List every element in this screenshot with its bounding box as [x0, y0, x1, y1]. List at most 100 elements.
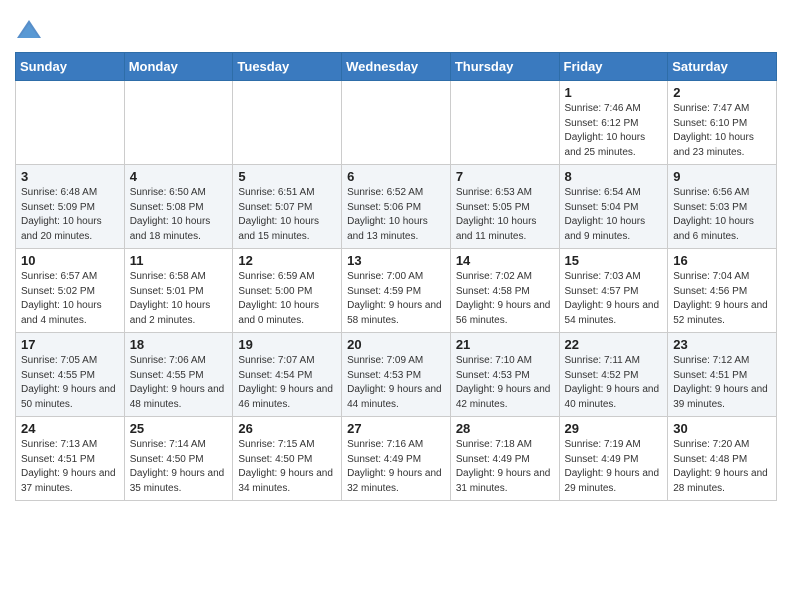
- day-cell: 17 Sunrise: 7:05 AM Sunset: 4:55 PM Dayli…: [16, 333, 125, 417]
- day-cell: 9Sunrise: 6:56 AM Sunset: 5:03 PM Daylig…: [668, 165, 777, 249]
- day-cell: 26 Sunrise: 7:15 AM Sunset: 4:50 PM Dayli…: [233, 417, 342, 501]
- day-cell: [233, 81, 342, 165]
- day-cell: 27 Sunrise: 7:16 AM Sunset: 4:49 PM Dayli…: [342, 417, 451, 501]
- weekday-sunday: Sunday: [16, 53, 125, 81]
- day-number: 25: [130, 421, 228, 436]
- day-number: 22: [565, 337, 663, 352]
- weekday-header-row: SundayMondayTuesdayWednesdayThursdayFrid…: [16, 53, 777, 81]
- day-info: Sunrise: 7:20 AM Sunset: 4:48 PM Dayligh…: [673, 438, 771, 496]
- day-cell: 18 Sunrise: 7:06 AM Sunset: 4:55 PM Dayli…: [124, 333, 233, 417]
- day-number: 13: [347, 253, 445, 268]
- day-cell: 24 Sunrise: 7:13 AM Sunset: 4:51 PM Dayli…: [16, 417, 125, 501]
- day-cell: 10Sunrise: 6:57 AM Sunset: 5:02 PM Dayli…: [16, 249, 125, 333]
- day-info: Sunrise: 7:46 AM Sunset: 6:12 PM Dayligh…: [565, 102, 663, 160]
- week-row-4: 17 Sunrise: 7:05 AM Sunset: 4:55 PM Dayli…: [16, 333, 777, 417]
- day-number: 20: [347, 337, 445, 352]
- day-cell: 1 Sunrise: 7:46 AM Sunset: 6:12 PM Daylig…: [559, 81, 668, 165]
- day-number: 27: [347, 421, 445, 436]
- day-info: Sunrise: 7:10 AM Sunset: 4:53 PM Dayligh…: [456, 354, 554, 412]
- day-cell: 19Sunrise: 7:07 AM Sunset: 4:54 PM Dayli…: [233, 333, 342, 417]
- day-cell: 23 Sunrise: 7:12 AM Sunset: 4:51 PM Dayli…: [668, 333, 777, 417]
- weekday-friday: Friday: [559, 53, 668, 81]
- day-info: Sunrise: 7:14 AM Sunset: 4:50 PM Dayligh…: [130, 438, 228, 496]
- day-cell: [124, 81, 233, 165]
- day-info: Sunrise: 7:04 AM Sunset: 4:56 PM Dayligh…: [673, 270, 771, 328]
- day-info: Sunrise: 6:59 AM Sunset: 5:00 PM Dayligh…: [238, 270, 336, 328]
- day-cell: 6 Sunrise: 6:52 AM Sunset: 5:06 PM Daylig…: [342, 165, 451, 249]
- day-info: Sunrise: 7:12 AM Sunset: 4:51 PM Dayligh…: [673, 354, 771, 412]
- day-info: Sunrise: 6:58 AM Sunset: 5:01 PM Dayligh…: [130, 270, 228, 328]
- day-info: Sunrise: 7:05 AM Sunset: 4:55 PM Dayligh…: [21, 354, 119, 412]
- day-cell: 3 Sunrise: 6:48 AM Sunset: 5:09 PM Daylig…: [16, 165, 125, 249]
- day-cell: 12 Sunrise: 6:59 AM Sunset: 5:00 PM Dayli…: [233, 249, 342, 333]
- day-info: Sunrise: 7:47 AM Sunset: 6:10 PM Dayligh…: [673, 102, 771, 160]
- day-number: 2: [673, 85, 771, 100]
- day-cell: [450, 81, 559, 165]
- day-info: Sunrise: 6:53 AM Sunset: 5:05 PM Dayligh…: [456, 186, 554, 244]
- day-number: 7: [456, 169, 554, 184]
- weekday-thursday: Thursday: [450, 53, 559, 81]
- day-number: 23: [673, 337, 771, 352]
- day-cell: 13Sunrise: 7:00 AM Sunset: 4:59 PM Dayli…: [342, 249, 451, 333]
- day-info: Sunrise: 6:57 AM Sunset: 5:02 PM Dayligh…: [21, 270, 119, 328]
- day-info: Sunrise: 7:09 AM Sunset: 4:53 PM Dayligh…: [347, 354, 445, 412]
- day-cell: [16, 81, 125, 165]
- logo: [15, 16, 47, 44]
- day-number: 15: [565, 253, 663, 268]
- weekday-monday: Monday: [124, 53, 233, 81]
- day-info: Sunrise: 6:50 AM Sunset: 5:08 PM Dayligh…: [130, 186, 228, 244]
- day-number: 19: [238, 337, 336, 352]
- day-number: 18: [130, 337, 228, 352]
- day-info: Sunrise: 6:48 AM Sunset: 5:09 PM Dayligh…: [21, 186, 119, 244]
- day-cell: 28Sunrise: 7:18 AM Sunset: 4:49 PM Dayli…: [450, 417, 559, 501]
- day-number: 17: [21, 337, 119, 352]
- day-number: 9: [673, 169, 771, 184]
- weekday-wednesday: Wednesday: [342, 53, 451, 81]
- day-cell: [342, 81, 451, 165]
- day-cell: 25 Sunrise: 7:14 AM Sunset: 4:50 PM Dayli…: [124, 417, 233, 501]
- day-cell: 15 Sunrise: 7:03 AM Sunset: 4:57 PM Dayli…: [559, 249, 668, 333]
- day-number: 3: [21, 169, 119, 184]
- day-cell: 30 Sunrise: 7:20 AM Sunset: 4:48 PM Dayli…: [668, 417, 777, 501]
- day-cell: 2 Sunrise: 7:47 AM Sunset: 6:10 PM Daylig…: [668, 81, 777, 165]
- day-cell: 20 Sunrise: 7:09 AM Sunset: 4:53 PM Dayli…: [342, 333, 451, 417]
- day-number: 21: [456, 337, 554, 352]
- day-info: Sunrise: 7:15 AM Sunset: 4:50 PM Dayligh…: [238, 438, 336, 496]
- day-info: Sunrise: 6:51 AM Sunset: 5:07 PM Dayligh…: [238, 186, 336, 244]
- day-info: Sunrise: 7:11 AM Sunset: 4:52 PM Dayligh…: [565, 354, 663, 412]
- week-row-1: 1 Sunrise: 7:46 AM Sunset: 6:12 PM Daylig…: [16, 81, 777, 165]
- day-info: Sunrise: 7:06 AM Sunset: 4:55 PM Dayligh…: [130, 354, 228, 412]
- day-cell: 8Sunrise: 6:54 AM Sunset: 5:04 PM Daylig…: [559, 165, 668, 249]
- weekday-saturday: Saturday: [668, 53, 777, 81]
- day-number: 30: [673, 421, 771, 436]
- day-number: 11: [130, 253, 228, 268]
- day-cell: 7 Sunrise: 6:53 AM Sunset: 5:05 PM Daylig…: [450, 165, 559, 249]
- week-row-2: 3 Sunrise: 6:48 AM Sunset: 5:09 PM Daylig…: [16, 165, 777, 249]
- day-cell: 4Sunrise: 6:50 AM Sunset: 5:08 PM Daylig…: [124, 165, 233, 249]
- day-info: Sunrise: 7:03 AM Sunset: 4:57 PM Dayligh…: [565, 270, 663, 328]
- day-number: 1: [565, 85, 663, 100]
- day-info: Sunrise: 6:54 AM Sunset: 5:04 PM Dayligh…: [565, 186, 663, 244]
- day-info: Sunrise: 7:16 AM Sunset: 4:49 PM Dayligh…: [347, 438, 445, 496]
- day-info: Sunrise: 7:02 AM Sunset: 4:58 PM Dayligh…: [456, 270, 554, 328]
- day-number: 29: [565, 421, 663, 436]
- weekday-tuesday: Tuesday: [233, 53, 342, 81]
- day-info: Sunrise: 6:52 AM Sunset: 5:06 PM Dayligh…: [347, 186, 445, 244]
- day-cell: 14Sunrise: 7:02 AM Sunset: 4:58 PM Dayli…: [450, 249, 559, 333]
- day-cell: 22 Sunrise: 7:11 AM Sunset: 4:52 PM Dayli…: [559, 333, 668, 417]
- week-row-5: 24 Sunrise: 7:13 AM Sunset: 4:51 PM Dayli…: [16, 417, 777, 501]
- day-cell: 16 Sunrise: 7:04 AM Sunset: 4:56 PM Dayli…: [668, 249, 777, 333]
- page: SundayMondayTuesdayWednesdayThursdayFrid…: [0, 0, 792, 516]
- logo-icon: [15, 16, 43, 44]
- day-number: 5: [238, 169, 336, 184]
- header: [15, 10, 777, 44]
- day-number: 24: [21, 421, 119, 436]
- day-number: 16: [673, 253, 771, 268]
- day-info: Sunrise: 7:13 AM Sunset: 4:51 PM Dayligh…: [21, 438, 119, 496]
- calendar-table: SundayMondayTuesdayWednesdayThursdayFrid…: [15, 52, 777, 501]
- day-number: 12: [238, 253, 336, 268]
- day-number: 6: [347, 169, 445, 184]
- day-cell: 29Sunrise: 7:19 AM Sunset: 4:49 PM Dayli…: [559, 417, 668, 501]
- day-cell: 21 Sunrise: 7:10 AM Sunset: 4:53 PM Dayli…: [450, 333, 559, 417]
- day-number: 26: [238, 421, 336, 436]
